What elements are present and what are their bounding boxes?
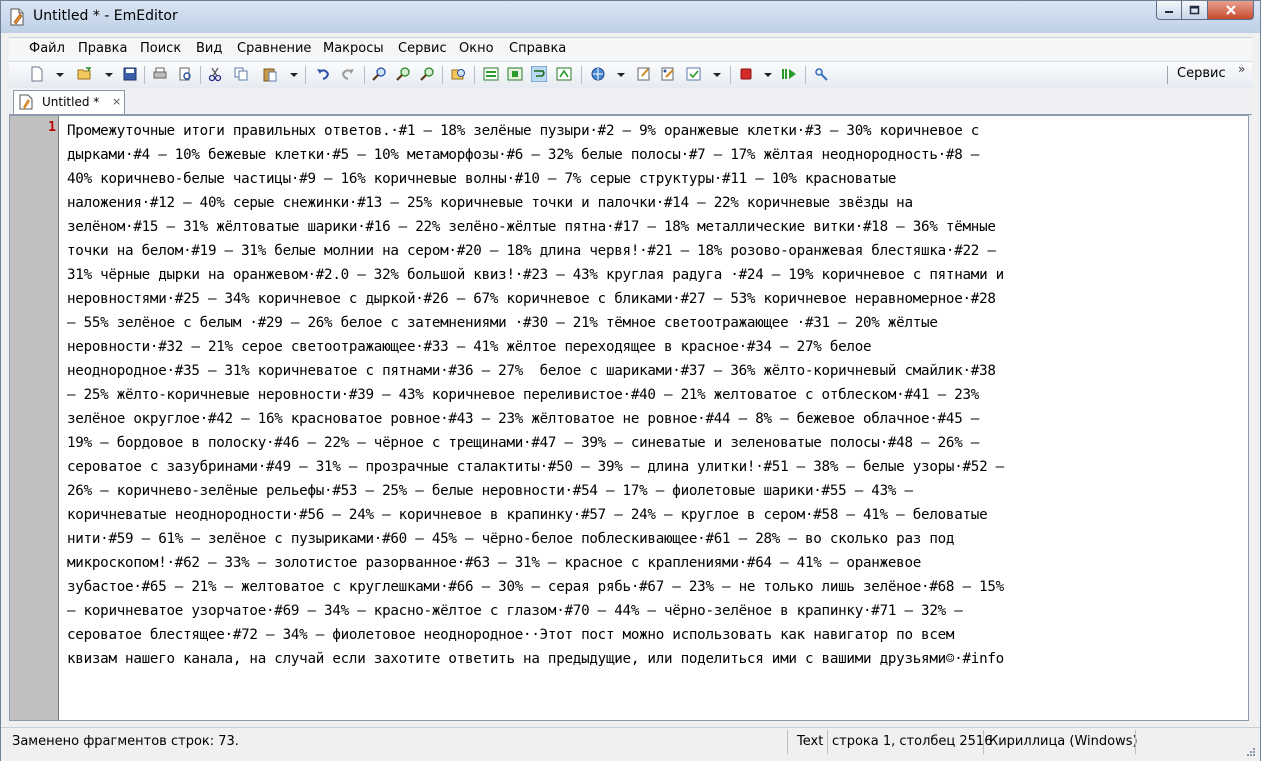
text-line: 26% – коричнево-зелёные рельефы·#53 – 25…: [67, 483, 913, 499]
text-line: зелёное округлое·#42 – 16% красноватое р…: [67, 411, 980, 427]
plugin-icon[interactable]: [813, 66, 829, 82]
text-line: – коричневатое узорчатое·#69 – 34% – кра…: [67, 603, 963, 619]
view-toggle-icon[interactable]: [556, 66, 572, 82]
paste-dropdown-arrow[interactable]: [290, 73, 298, 77]
menu-search[interactable]: Поиск: [140, 41, 181, 56]
record-dropdown-arrow[interactable]: [764, 73, 772, 77]
tab-label: Untitled *: [42, 95, 100, 109]
menu-edit[interactable]: Правка: [78, 41, 127, 56]
print-preview-icon[interactable]: [177, 66, 193, 82]
window-title: Untitled * - EmEditor: [33, 8, 178, 24]
print-icon[interactable]: [152, 66, 168, 82]
text-editor[interactable]: 1 Промежуточные итоги правильных ответов…: [9, 115, 1249, 721]
text-line: дырками·#4 – 10% бежевые клетки·#5 – 10%…: [67, 147, 980, 163]
editor-text[interactable]: Промежуточные итоги правильных ответов.·…: [67, 119, 1247, 719]
text-line: коричневатые неоднородности·#56 – 24% – …: [67, 507, 988, 523]
find-in-files-icon[interactable]: [451, 66, 467, 82]
text-line: неоднородное·#35 – 31% коричневатое с пя…: [67, 363, 996, 379]
tab-close-icon[interactable]: ×: [112, 95, 121, 108]
text-line: зубастое·#65 – 21% – желтоватое с кругле…: [67, 579, 1004, 595]
maximize-icon: [1189, 5, 1200, 15]
text-line: 31% чёрные дырки на оранжевом·#2.0 – 32%…: [67, 267, 1004, 283]
find-previous-icon[interactable]: [419, 66, 435, 82]
encoding-dropdown-arrow[interactable]: [617, 73, 625, 77]
resize-grip-icon[interactable]: [1246, 747, 1256, 757]
emeditor-window: Untitled * - EmEditor Файл Правка Поиск …: [0, 0, 1261, 761]
text-line: сероватое блестящее·#72 – 34% – фиолетов…: [67, 627, 955, 643]
highlight-icon[interactable]: [483, 66, 499, 82]
cut-icon[interactable]: [207, 66, 223, 82]
new-dropdown-arrow[interactable]: [56, 73, 64, 77]
menu-help[interactable]: Справка: [509, 41, 566, 56]
redo-icon[interactable]: [340, 66, 356, 82]
text-line: сероватое с зазубринами·#49 – 31% – проз…: [67, 459, 1004, 475]
document-tabs: Untitled * ×: [9, 88, 1252, 115]
save-icon[interactable]: [122, 66, 138, 82]
title-bar[interactable]: Untitled * - EmEditor: [1, 1, 1260, 33]
open-dropdown-arrow[interactable]: [105, 73, 113, 77]
find-next-icon[interactable]: [395, 66, 411, 82]
status-cursor-position[interactable]: строка 1, столбец 2516: [832, 734, 992, 749]
record-macro-icon[interactable]: [738, 66, 754, 82]
line-number-gutter: 1: [10, 116, 59, 720]
menu-window[interactable]: Окно: [459, 41, 494, 56]
menu-macros[interactable]: Макросы: [323, 41, 384, 56]
find-icon[interactable]: [371, 66, 387, 82]
tab-untitled[interactable]: Untitled * ×: [13, 90, 125, 114]
customize-icon[interactable]: [660, 66, 676, 82]
status-message: Заменено фрагментов строк: 73.: [12, 734, 239, 749]
close-icon: [1225, 5, 1236, 15]
text-line: квизам нашего канала, на случай если зах…: [67, 651, 1004, 667]
paste-icon[interactable]: [262, 66, 278, 82]
config-dropdown-arrow[interactable]: [713, 73, 721, 77]
document-tab-icon: [19, 94, 33, 110]
wrap-icon[interactable]: [531, 66, 547, 82]
text-line: 19% – бордовое в полоску·#46 – 22% – чёр…: [67, 435, 980, 451]
text-line: микроскопом!·#62 – 33% – золотистое разо…: [67, 555, 922, 571]
minimize-button[interactable]: [1156, 1, 1182, 20]
toolbar-overflow-chevron[interactable]: »: [1238, 62, 1245, 76]
menu-compare[interactable]: Сравнение: [237, 41, 311, 56]
text-line: Промежуточные итоги правильных ответов.·…: [67, 123, 980, 139]
new-document-icon[interactable]: [29, 66, 45, 82]
text-line: точки на белом·#19 – 31% белые молнии на…: [67, 243, 996, 259]
copy-icon[interactable]: [233, 66, 249, 82]
menu-file[interactable]: Файл: [29, 41, 65, 56]
properties-icon[interactable]: [636, 66, 652, 82]
text-line: неровности·#32 – 21% серое светоотражающ…: [67, 339, 872, 355]
status-bar: Заменено фрагментов строк: 73. Text стро…: [1, 727, 1260, 761]
menu-bar: Файл Правка Поиск Вид Сравнение Макросы …: [9, 37, 1252, 60]
text-line: наложения·#12 – 40% серые снежинки·#13 –…: [67, 195, 913, 211]
open-folder-icon[interactable]: [77, 66, 93, 82]
main-toolbar: Сервис »: [9, 61, 1252, 89]
text-line: нити·#59 – 61% – зелёное с пузыриками·#6…: [67, 531, 955, 547]
text-line: зелёном·#15 – 31% жёлтоватые шарики·#16 …: [67, 219, 996, 235]
maximize-button[interactable]: [1182, 1, 1208, 20]
line-number: 1: [48, 120, 56, 135]
outline-icon[interactable]: [507, 66, 523, 82]
undo-icon[interactable]: [315, 66, 331, 82]
run-macro-icon[interactable]: [781, 66, 797, 82]
document-app-icon: [10, 8, 24, 26]
status-encoding[interactable]: Кириллица (Windows): [989, 734, 1138, 749]
text-line: – 55% зелёное с белым ·#29 – 26% белое с…: [67, 315, 938, 331]
text-line: 40% коричнево-белые частицы·#9 – 16% кор…: [67, 171, 897, 187]
encoding-icon[interactable]: [590, 66, 606, 82]
toolbar-service-label[interactable]: Сервис: [1177, 66, 1226, 81]
status-mode[interactable]: Text: [797, 734, 823, 749]
config-icon[interactable]: [686, 66, 702, 82]
menu-tools[interactable]: Сервис: [398, 41, 447, 56]
text-line: неровностями·#25 – 34% коричневое с дырк…: [67, 291, 996, 307]
text-line: – 25% жёлто-коричневые неровности·#39 – …: [67, 387, 980, 403]
close-button[interactable]: [1208, 1, 1254, 20]
menu-view[interactable]: Вид: [196, 41, 222, 56]
minimize-icon: [1165, 11, 1173, 13]
